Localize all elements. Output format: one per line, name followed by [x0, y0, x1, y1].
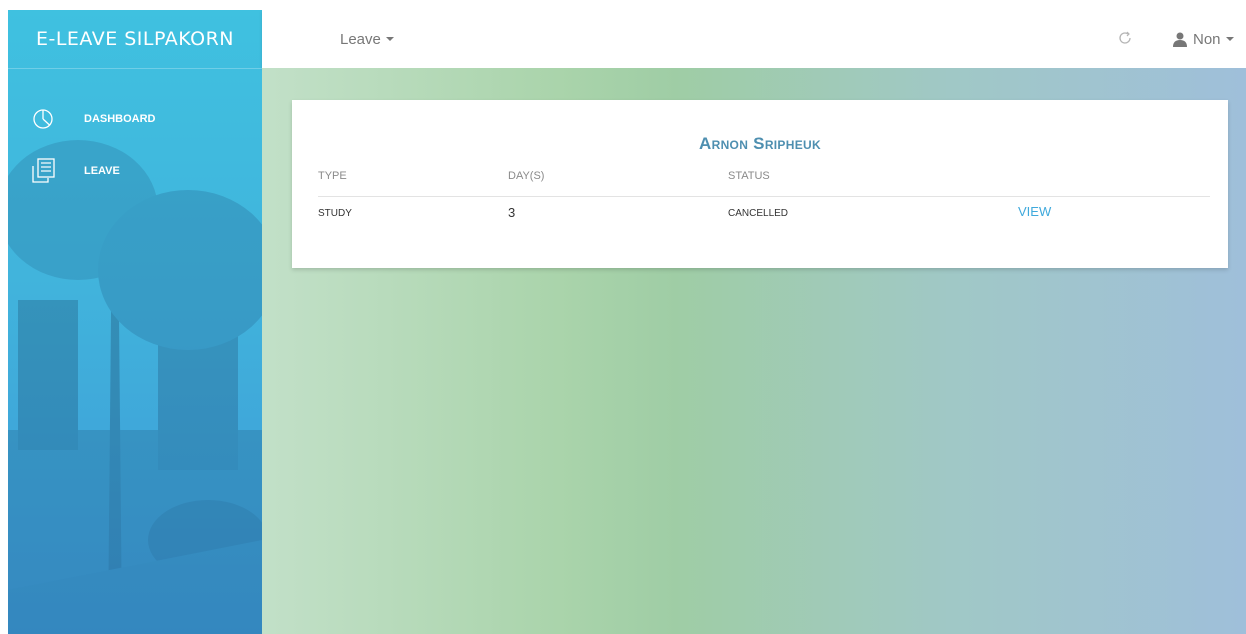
caret-down-icon: [385, 37, 394, 41]
view-link[interactable]: VIEW: [1018, 204, 1051, 219]
pie-chart-icon: [32, 106, 62, 132]
leave-menu-label: Leave: [340, 30, 381, 48]
user-icon: [1173, 32, 1187, 47]
cell-days: 3: [508, 205, 516, 220]
main-content: Arnon Sripheuk TYPE DAY(S) STATUS STUDY …: [262, 68, 1246, 634]
employee-name-title: Arnon Sripheuk: [699, 134, 821, 153]
column-header-status: STATUS: [728, 170, 770, 182]
document-list-icon: [32, 158, 62, 184]
app-brand[interactable]: E-LEAVE SILPAKORN: [8, 10, 262, 69]
app-frame: E-LEAVE SILPAKORN DASHBOARD LEAVE Leave …: [8, 10, 1246, 634]
cell-status: CANCELLED: [728, 208, 789, 219]
sidebar-item-leave[interactable]: LEAVE: [32, 158, 120, 184]
sidebar-item-dashboard[interactable]: DASHBOARD: [32, 106, 156, 132]
table-row: STUDY 3 CANCELLED VIEW: [318, 204, 1210, 228]
leave-summary-card: Arnon Sripheuk TYPE DAY(S) STATUS STUDY …: [292, 100, 1228, 268]
cell-type: STUDY: [318, 208, 352, 219]
column-header-days: DAY(S): [508, 170, 545, 182]
table-header: TYPE DAY(S) STATUS: [318, 170, 1210, 197]
caret-down-icon: [1225, 37, 1234, 41]
sidebar-item-label: LEAVE: [84, 165, 120, 177]
top-navbar: Leave Non: [262, 10, 1246, 68]
sidebar-item-label: DASHBOARD: [84, 113, 156, 125]
column-header-type: TYPE: [318, 170, 347, 182]
refresh-icon[interactable]: [1117, 30, 1133, 46]
user-name: Non: [1193, 30, 1221, 48]
leave-menu-dropdown[interactable]: Leave: [340, 10, 394, 68]
sidebar-background-photo: [8, 140, 262, 634]
sidebar: E-LEAVE SILPAKORN DASHBOARD LEAVE: [8, 10, 262, 634]
user-menu-dropdown[interactable]: Non: [1172, 10, 1234, 68]
